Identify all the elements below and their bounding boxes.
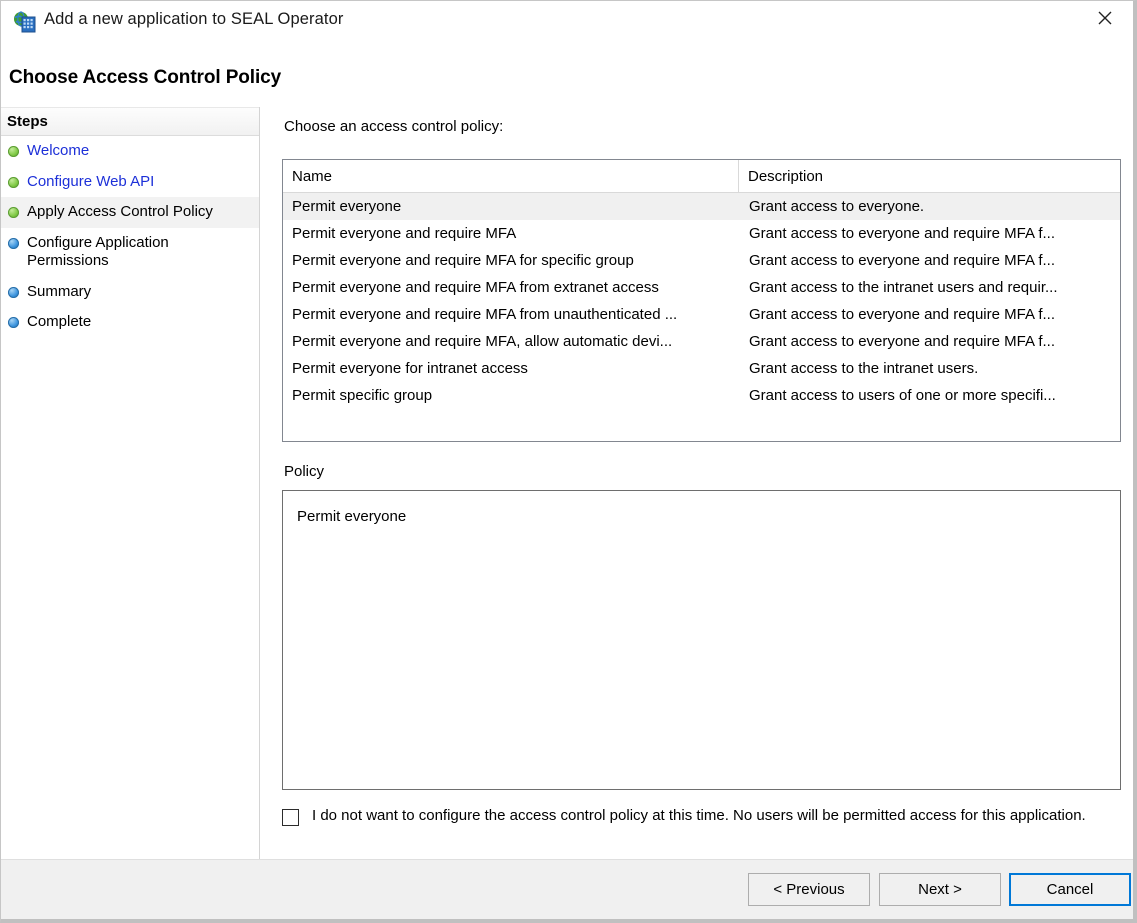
sidebar-item-label: Apply Access Control Policy [27, 203, 213, 220]
sidebar-item-complete[interactable]: Complete [1, 307, 259, 338]
sidebar-item-summary[interactable]: Summary [1, 277, 259, 308]
web-application-icon [13, 11, 37, 33]
cell-description: Grant access to everyone and require MFA… [749, 333, 1055, 350]
table-row[interactable]: Permit everyone and require MFA Grant ac… [283, 220, 1120, 247]
sidebar-item-welcome[interactable]: Welcome [1, 136, 259, 167]
sidebar-item-configure-application-permissions[interactable]: Configure Application Permissions [1, 228, 259, 277]
main-pane: Choose an access control policy: Name De… [260, 107, 1133, 859]
sidebar-item-configure-web-api[interactable]: Configure Web API [1, 167, 259, 198]
close-icon[interactable] [1082, 1, 1128, 35]
optout-label: I do not want to configure the access co… [312, 807, 1086, 824]
cell-description: Grant access to everyone and require MFA… [749, 225, 1055, 242]
title-bar: Add a new application to SEAL Operator [1, 1, 1133, 43]
cell-name: Permit everyone for intranet access [292, 360, 528, 377]
cell-name: Permit everyone and require MFA for spec… [292, 252, 634, 269]
column-header-description[interactable]: Description [739, 160, 1120, 192]
wizard-window: Add a new application to SEAL Operator C… [0, 0, 1137, 923]
cell-description: Grant access to users of one or more spe… [749, 387, 1056, 404]
sidebar-item-label: Welcome [27, 142, 90, 159]
optout-checkbox-row[interactable]: I do not want to configure the access co… [282, 805, 1127, 826]
optout-checkbox[interactable] [282, 809, 299, 826]
cell-description: Grant access to everyone and require MFA… [749, 252, 1055, 269]
table-row[interactable]: Permit everyone and require MFA for spec… [283, 247, 1120, 274]
page-title: Choose Access Control Policy [9, 67, 282, 88]
table-row[interactable]: Permit everyone Grant access to everyone… [283, 193, 1120, 220]
policy-details-text: Permit everyone [297, 508, 407, 525]
cell-name: Permit everyone and require MFA from ext… [292, 279, 659, 296]
sidebar-item-label: Configure Web API [27, 172, 155, 190]
step-status-icon [8, 176, 19, 188]
sidebar-item-apply-access-control-policy[interactable]: Apply Access Control Policy [1, 197, 259, 228]
cell-description: Grant access to the intranet users and r… [749, 279, 1058, 296]
sidebar-item-label: Complete [27, 313, 92, 330]
policy-list-header: Name Description [283, 160, 1120, 193]
previous-button[interactable]: < Previous [748, 873, 870, 906]
step-status-icon [8, 146, 19, 157]
sidebar-item-label: Configure Application Permissions [27, 233, 169, 270]
cell-name: Permit everyone and require MFA from una… [292, 306, 678, 323]
step-status-icon [8, 207, 19, 218]
cell-name: Permit specific group [292, 387, 433, 404]
cell-name: Permit everyone and require MFA [292, 225, 517, 242]
steps-header-label: Steps [7, 113, 48, 130]
policy-list[interactable]: Name Description Permit everyone Grant a… [282, 159, 1121, 442]
table-row[interactable]: Permit everyone and require MFA from ext… [283, 274, 1120, 301]
next-button[interactable]: Next > [879, 873, 1001, 906]
step-status-icon [8, 237, 19, 249]
table-row[interactable]: Permit everyone and require MFA, allow a… [283, 328, 1120, 355]
content-area: Steps Welcome Configure Web API Apply Ac… [1, 107, 1133, 859]
table-row[interactable]: Permit everyone and require MFA from una… [283, 301, 1120, 328]
cell-name: Permit everyone [292, 198, 402, 215]
cancel-button[interactable]: Cancel [1009, 873, 1131, 906]
cell-description: Grant access to everyone. [749, 198, 925, 215]
cell-name: Permit everyone and require MFA, allow a… [292, 333, 673, 350]
choose-policy-label: Choose an access control policy: [284, 118, 504, 135]
cell-description: Grant access to everyone and require MFA… [749, 306, 1055, 323]
sidebar-item-label: Summary [27, 282, 92, 300]
window-title: Add a new application to SEAL Operator [44, 10, 344, 28]
column-header-name[interactable]: Name [283, 160, 739, 192]
cell-description: Grant access to the intranet users. [749, 360, 979, 377]
table-row[interactable]: Permit everyone for intranet access Gran… [283, 355, 1120, 382]
step-status-icon [8, 317, 19, 328]
policy-caption: Policy [284, 463, 325, 480]
steps-header: Steps [1, 107, 259, 136]
policy-details-box: Permit everyone [282, 490, 1121, 790]
table-row[interactable]: Permit specific group Grant access to us… [283, 382, 1120, 409]
step-status-icon [8, 286, 19, 298]
steps-sidebar: Steps Welcome Configure Web API Apply Ac… [1, 107, 260, 859]
button-bar: < Previous Next > Cancel [1, 859, 1133, 919]
